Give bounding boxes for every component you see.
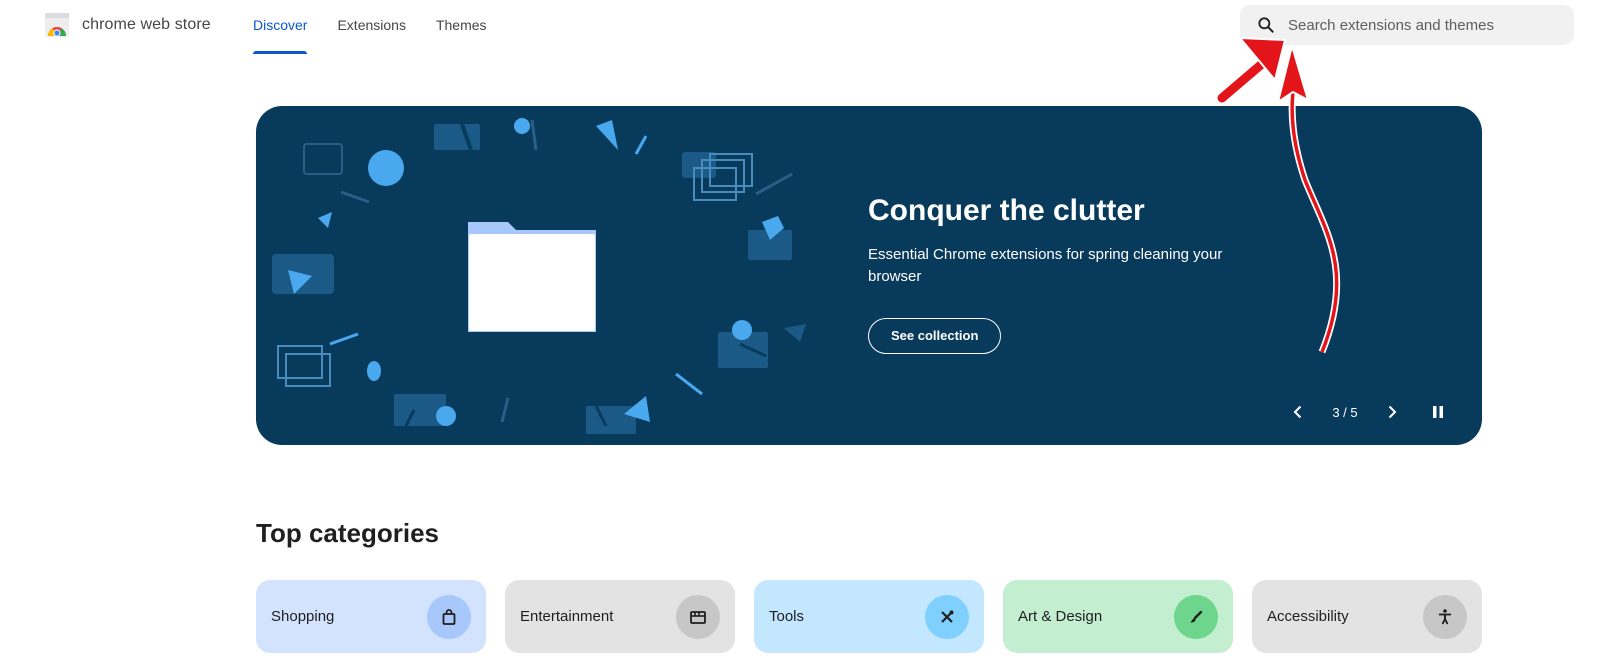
film-icon	[676, 594, 720, 639]
tab-themes[interactable]: Themes	[436, 0, 487, 52]
category-art-design[interactable]: Art & Design	[1003, 580, 1233, 653]
chevron-right-icon	[1388, 405, 1397, 419]
search-icon	[1258, 17, 1274, 33]
next-slide-button[interactable]	[1380, 400, 1404, 424]
hero-subtitle: Essential Chrome extensions for spring c…	[868, 246, 1223, 285]
category-label: Shopping	[271, 608, 335, 625]
search-box[interactable]	[1240, 5, 1574, 45]
slide-counter: 3 / 5	[1332, 404, 1358, 420]
shopping-bag-icon	[427, 594, 471, 639]
chrome-web-store-logo-icon	[45, 13, 69, 37]
category-accessibility[interactable]: Accessibility	[1252, 580, 1482, 653]
store-name: chrome web store	[82, 16, 211, 33]
category-tools[interactable]: Tools	[754, 580, 984, 653]
accessibility-icon	[1423, 594, 1467, 639]
pause-button[interactable]	[1426, 400, 1450, 424]
carousel-controls: 3 / 5	[1286, 400, 1450, 424]
pause-icon	[1433, 406, 1443, 418]
store-logo[interactable]: chrome web store	[44, 12, 211, 38]
top-categories-heading: Top categories	[256, 518, 440, 548]
see-collection-button[interactable]: See collection	[868, 318, 1002, 354]
tab-extensions[interactable]: Extensions	[337, 0, 405, 52]
hero-illustration	[272, 118, 806, 434]
category-label: Accessibility	[1267, 608, 1349, 625]
category-shopping[interactable]: Shopping	[256, 580, 486, 653]
hero-carousel: Conquer the clutter Essential Chrome ext…	[256, 106, 1482, 445]
tab-discover[interactable]: Discover	[253, 0, 308, 54]
main-nav: Discover Extensions Themes	[253, 0, 487, 56]
search-input[interactable]	[1288, 16, 1558, 34]
category-label: Entertainment	[520, 608, 614, 625]
chevron-left-icon	[1293, 405, 1302, 419]
tools-icon	[925, 594, 969, 639]
category-entertainment[interactable]: Entertainment	[505, 580, 735, 653]
previous-slide-button[interactable]	[1286, 400, 1310, 424]
category-label: Tools	[769, 608, 805, 625]
category-label: Art & Design	[1018, 608, 1103, 625]
folder-icon	[468, 222, 596, 332]
category-list: Shopping Entertainment Tools Art & Desig…	[256, 580, 1482, 653]
brush-icon	[1174, 594, 1218, 639]
page: chrome web store Discover Extensions The…	[0, 0, 1600, 671]
hero-title: Conquer the clutter	[868, 194, 1145, 227]
